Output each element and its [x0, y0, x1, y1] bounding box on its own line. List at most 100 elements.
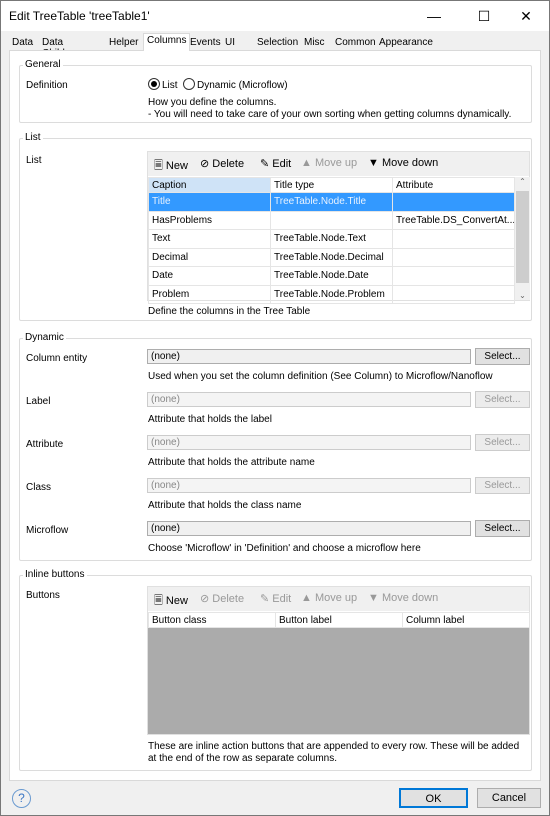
- tab-common[interactable]: Common: [332, 36, 379, 51]
- microflow-select-button[interactable]: Select...: [475, 520, 530, 537]
- move-up-label: Move up: [314, 592, 358, 604]
- definition-desc-1: How you define the columns.: [148, 97, 277, 108]
- delete-label: Delete: [212, 158, 245, 170]
- cell: Text: [148, 229, 271, 249]
- definition-desc-2: - You will need to take care of your own…: [148, 109, 512, 120]
- cell: TreeTable.Node.Problem: [270, 284, 393, 304]
- delete-label: Delete: [212, 593, 245, 605]
- class-label: Class: [26, 482, 52, 493]
- column-header-button-label[interactable]: Button label: [275, 612, 403, 628]
- edit-button[interactable]: ✎ Edit: [260, 157, 291, 170]
- move-down-button[interactable]: ▼ Move down: [368, 592, 438, 604]
- scroll-up-icon[interactable]: ⌃: [515, 177, 530, 186]
- class-desc: Attribute that holds the class name: [148, 500, 302, 511]
- radio-dynamic-label: Dynamic (Microflow): [197, 80, 288, 91]
- microflow-label: Microflow: [26, 525, 69, 536]
- column-entity-label: Column entity: [26, 353, 88, 364]
- cell: Date: [148, 266, 271, 286]
- close-icon[interactable]: ✕: [503, 1, 549, 31]
- columns-table: Caption Title type Attribute Title TreeTa…: [148, 177, 515, 304]
- column-header-caption[interactable]: Caption: [148, 177, 271, 193]
- column-header-title-type[interactable]: Title type: [270, 177, 393, 193]
- delete-icon: ⊘: [200, 593, 210, 605]
- label-select-button[interactable]: Select...: [475, 391, 530, 408]
- table-row[interactable]: Date TreeTable.Node.Date: [148, 266, 515, 286]
- cell: [392, 229, 515, 249]
- edit-icon: ✎: [260, 593, 270, 605]
- tab-data[interactable]: Data: [9, 36, 36, 51]
- edit-label: Edit: [272, 158, 292, 170]
- table-header: Button class Button label Column label: [148, 612, 530, 628]
- column-header-button-class[interactable]: Button class: [148, 612, 276, 628]
- move-down-label: Move down: [381, 592, 439, 604]
- table-row[interactable]: Decimal TreeTable.Node.Decimal: [148, 247, 515, 267]
- label-field[interactable]: (none): [147, 392, 471, 407]
- tab-ui[interactable]: UI: [222, 36, 238, 51]
- column-entity-field[interactable]: (none): [147, 349, 471, 364]
- tab-helper[interactable]: Helper: [106, 36, 141, 51]
- delete-button[interactable]: ⊘ Delete: [200, 157, 244, 170]
- move-down-button[interactable]: ▼ Move down: [368, 157, 438, 169]
- attribute-label: Attribute: [26, 439, 64, 450]
- attribute-desc: Attribute that holds the attribute name: [148, 457, 315, 468]
- columns-panel: General Definition List Dynamic (Microfl…: [9, 50, 541, 781]
- cell: [392, 284, 515, 304]
- delete-button[interactable]: ⊘ Delete: [200, 592, 244, 605]
- new-button[interactable]: 🗏 New: [154, 592, 188, 611]
- cell: Decimal: [148, 247, 271, 267]
- tab-data-children[interactable]: Data Children: [39, 36, 82, 59]
- table-row[interactable]: HasProblems TreeTable.DS_ConvertAt...: [148, 210, 515, 230]
- table-row[interactable]: Problem TreeTable.Node.Problem: [148, 284, 515, 304]
- edit-icon: ✎: [260, 158, 270, 170]
- new-label: New: [165, 595, 188, 607]
- class-select-button[interactable]: Select...: [475, 477, 530, 494]
- move-down-icon: ▼: [368, 592, 379, 604]
- general-legend: General: [23, 59, 63, 70]
- cell: Title: [148, 192, 271, 212]
- radio-dynamic[interactable]: Dynamic (Microflow): [183, 78, 288, 91]
- column-entity-desc: Used when you set the column definition …: [148, 371, 493, 382]
- column-header-attribute[interactable]: Attribute: [392, 177, 515, 193]
- tab-selection[interactable]: Selection: [254, 36, 301, 51]
- vertical-scrollbar[interactable]: ⌃ ⌄: [515, 177, 530, 300]
- window-title: Edit TreeTable 'treeTable1': [9, 9, 150, 23]
- tab-misc[interactable]: Misc: [301, 36, 328, 51]
- new-icon: 🗏: [154, 160, 163, 172]
- ok-button[interactable]: OK: [399, 788, 468, 808]
- table-row[interactable]: Text TreeTable.Node.Text: [148, 229, 515, 249]
- buttons-toolbar: 🗏 New ⊘ Delete ✎ Edit ▲ Move up ▼ Move d…: [148, 587, 529, 611]
- maximize-icon[interactable]: ☐: [461, 1, 507, 31]
- cell: [392, 266, 515, 286]
- cancel-button[interactable]: Cancel: [477, 788, 541, 808]
- column-header-column-label[interactable]: Column label: [402, 612, 530, 628]
- move-up-label: Move up: [314, 157, 358, 169]
- table-row[interactable]: Title TreeTable.Node.Title: [148, 192, 515, 212]
- column-entity-select-button[interactable]: Select...: [475, 348, 530, 365]
- minimize-icon[interactable]: —: [411, 1, 457, 31]
- buttons-empty-area: [148, 628, 529, 734]
- buttons-label: Buttons: [26, 590, 60, 601]
- microflow-field[interactable]: (none): [147, 521, 471, 536]
- tab-columns[interactable]: Columns: [143, 33, 191, 51]
- columns-grid: 🗏 New ⊘ Delete ✎ Edit ▲ Move up ▼ Move d…: [147, 151, 530, 304]
- edit-button[interactable]: ✎ Edit: [260, 592, 291, 605]
- move-up-button[interactable]: ▲ Move up: [301, 157, 357, 169]
- move-down-label: Move down: [381, 157, 439, 169]
- attribute-select-button[interactable]: Select...: [475, 434, 530, 451]
- radio-list[interactable]: List: [148, 78, 178, 91]
- help-icon[interactable]: ?: [12, 789, 31, 808]
- move-down-icon: ▼: [368, 157, 379, 169]
- tab-appearance[interactable]: Appearance: [376, 36, 436, 51]
- class-field[interactable]: (none): [147, 478, 471, 493]
- label-label: Label: [26, 396, 51, 407]
- move-up-button[interactable]: ▲ Move up: [301, 592, 357, 604]
- scroll-down-icon[interactable]: ⌄: [515, 291, 530, 300]
- tab-events[interactable]: Events: [187, 36, 224, 51]
- cell: TreeTable.DS_ConvertAt...: [392, 210, 515, 230]
- attribute-field[interactable]: (none): [147, 435, 471, 450]
- new-button[interactable]: 🗏 New: [154, 157, 188, 176]
- microflow-desc: Choose 'Microflow' in 'Definition' and c…: [148, 543, 421, 554]
- inline-desc-2: at the end of the row as separate column…: [148, 753, 337, 764]
- scrollbar-thumb[interactable]: [516, 191, 529, 283]
- cell: TreeTable.Node.Decimal: [270, 247, 393, 267]
